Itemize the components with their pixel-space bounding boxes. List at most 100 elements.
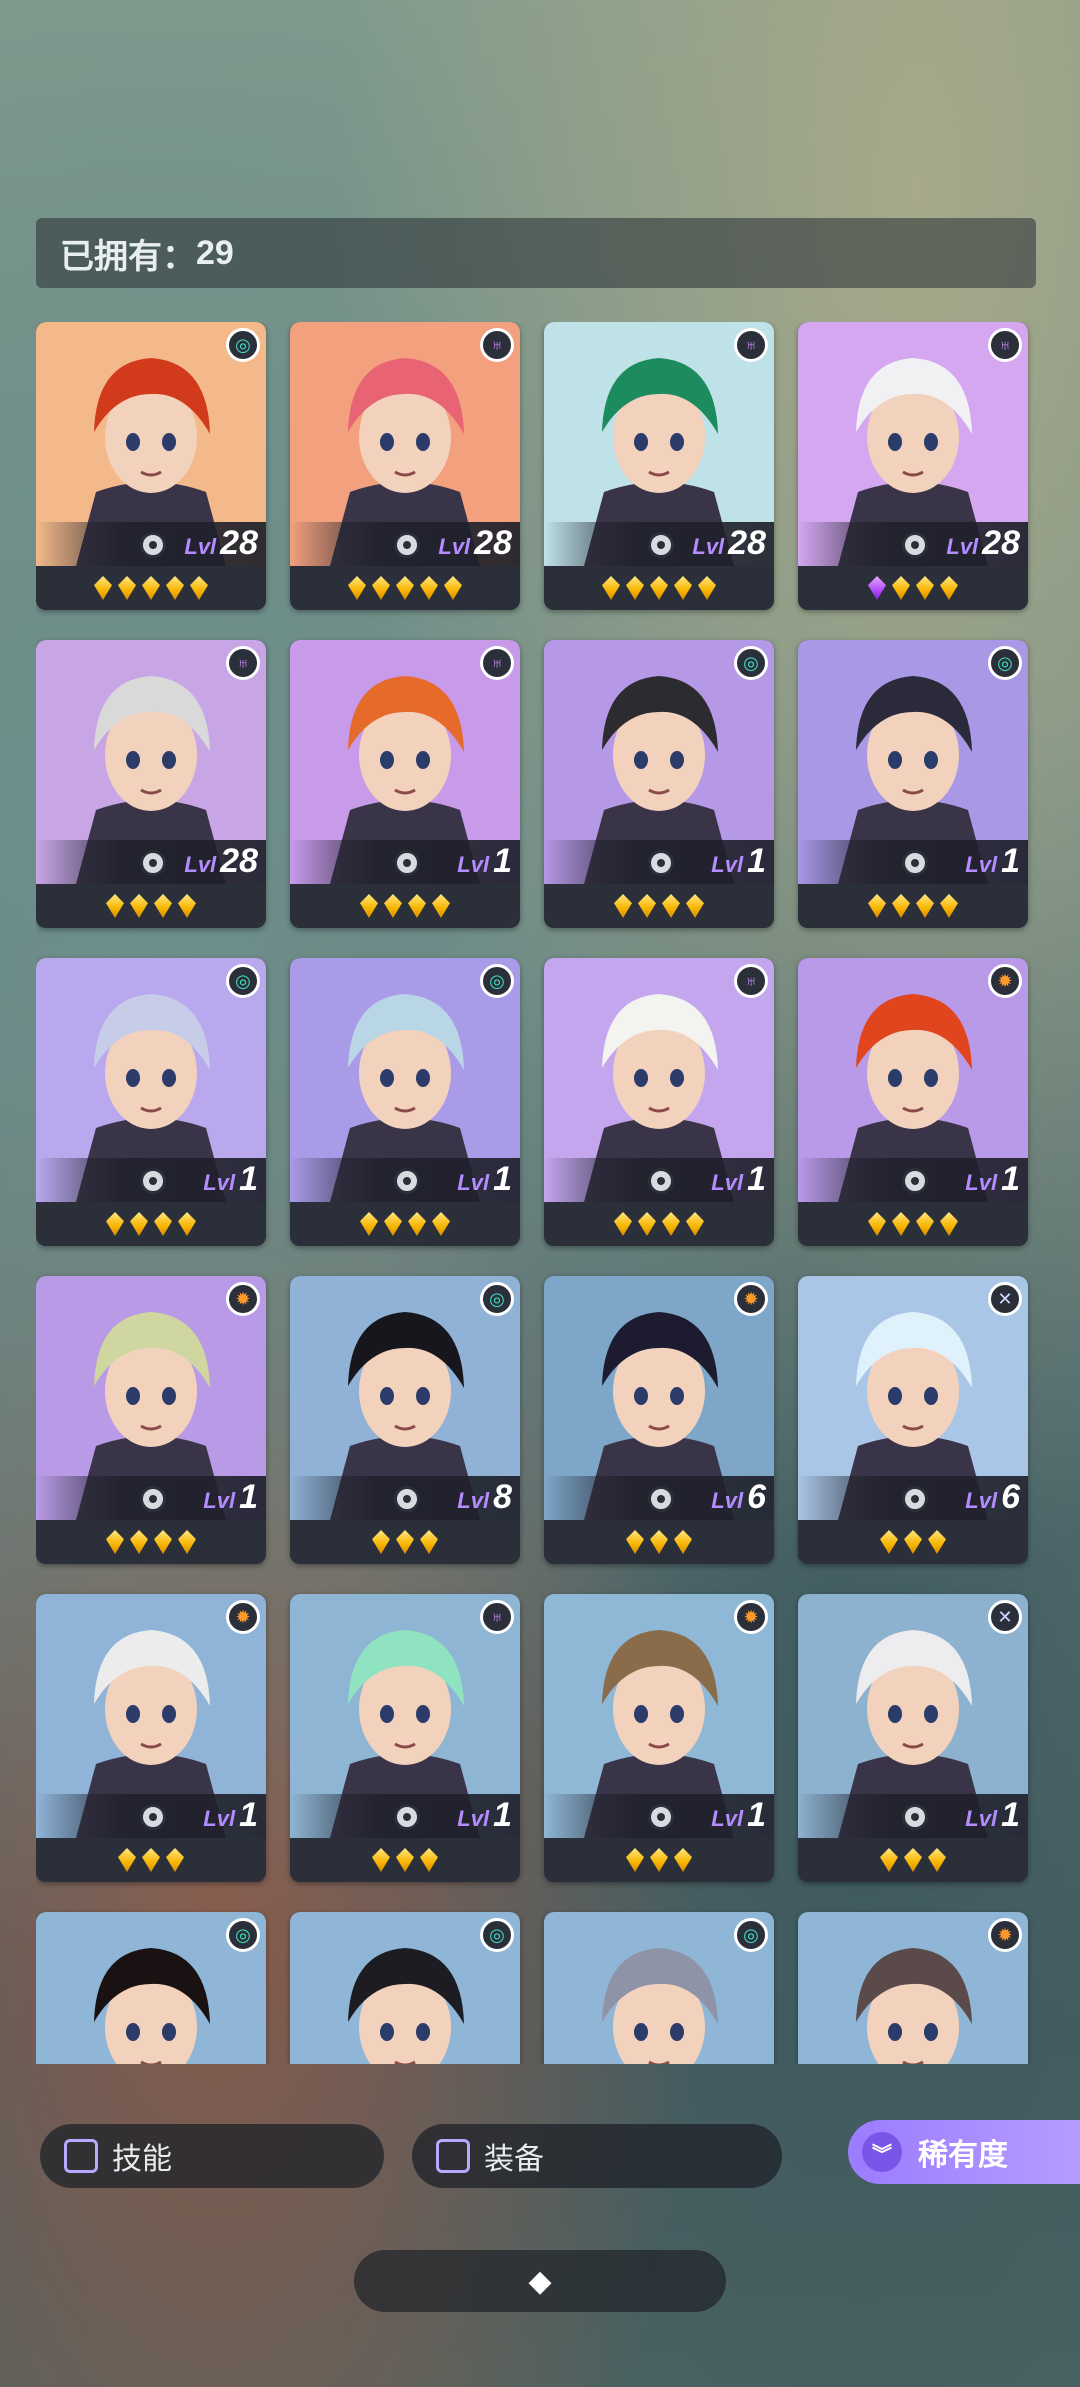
gold-star-gem-icon [626, 1848, 644, 1872]
gold-star-gem-icon [384, 894, 402, 918]
gold-star-gem-icon [130, 1530, 148, 1554]
hero-card[interactable]: ✕ Lvl 6 [798, 1276, 1028, 1564]
equipment-slot-icon [902, 850, 928, 876]
level-tag: Lvl [203, 1806, 236, 1831]
hero-card[interactable]: ◎ Lvl 8 [290, 1276, 520, 1564]
gold-star-gem-icon [614, 894, 632, 918]
rarity-stars [36, 1520, 266, 1564]
faction-orange-icon: ✹ [988, 964, 1022, 998]
equipment-slot-icon [902, 1168, 928, 1194]
level-tag: Lvl [711, 1170, 744, 1195]
level-tag: Lvl [965, 852, 998, 877]
hero-card[interactable]: ◎ Lvl 1 [36, 958, 266, 1246]
gold-star-gem-icon [142, 576, 160, 600]
gold-star-gem-icon [360, 1212, 378, 1236]
hero-level: Lvl 1 [457, 1160, 512, 1199]
equipment-slot-icon [902, 532, 928, 558]
hero-card[interactable]: ◎ Lvl 1 [544, 640, 774, 928]
skill-checkbox[interactable] [64, 2139, 98, 2173]
hero-level: Lvl 1 [203, 1160, 258, 1199]
hero-card[interactable]: ◎ Lvl 1 [290, 958, 520, 1246]
hero-level: Lvl 28 [438, 524, 512, 563]
collapse-handle[interactable]: ◆ [354, 2250, 726, 2312]
hero-level: Lvl 1 [203, 1478, 258, 1517]
skill-filter-toggle[interactable]: 技能 [40, 2124, 384, 2188]
double-chevron-down-icon: ︾ [862, 2132, 902, 2172]
hero-card[interactable]: ✹ Lvl 1 [544, 1594, 774, 1882]
level-number: 1 [1001, 842, 1020, 880]
filter-bar: 技能 装备 ︾ 稀有度 [0, 2120, 1080, 2200]
rarity-stars [798, 884, 1028, 928]
level-tag: Lvl [946, 534, 979, 559]
hero-card[interactable]: ✕ Lvl 1 [798, 1594, 1028, 1882]
level-number: 28 [220, 842, 258, 880]
level-number: 8 [493, 1478, 512, 1516]
gold-star-gem-icon [166, 1848, 184, 1872]
gold-star-gem-icon [130, 1212, 148, 1236]
hero-card[interactable]: ♅ Lvl 1 [544, 958, 774, 1246]
hero-card[interactable]: ✹ Lvl 6 [544, 1276, 774, 1564]
equip-filter-toggle[interactable]: 装备 [412, 2124, 782, 2188]
gold-star-gem-icon [154, 1530, 172, 1554]
rarity-sort-button[interactable]: ︾ 稀有度 [848, 2120, 1080, 2184]
gold-star-gem-icon [880, 1530, 898, 1554]
gold-star-gem-icon [190, 576, 208, 600]
gold-star-gem-icon [106, 894, 124, 918]
level-tag: Lvl [711, 1806, 744, 1831]
rarity-stars [36, 1202, 266, 1246]
hero-level: Lvl 1 [711, 842, 766, 881]
gold-star-gem-icon [118, 576, 136, 600]
rarity-stars [290, 1202, 520, 1246]
rarity-stars [36, 566, 266, 610]
hero-card[interactable]: ◎ Lvl 28 [36, 322, 266, 610]
faction-teal-icon: ◎ [988, 646, 1022, 680]
rarity-stars [290, 1520, 520, 1564]
gold-star-gem-icon [348, 576, 366, 600]
equipment-slot-icon [902, 1804, 928, 1830]
faction-teal-icon: ◎ [226, 964, 260, 998]
hero-level: Lvl 28 [946, 524, 1020, 563]
rarity-stars [798, 1202, 1028, 1246]
faction-teal-icon: ◎ [480, 1282, 514, 1316]
hero-card[interactable]: ◎ [36, 1912, 266, 2064]
level-number: 6 [747, 1478, 766, 1516]
level-number: 6 [1001, 1478, 1020, 1516]
hero-card[interactable]: ◎ [544, 1912, 774, 2064]
rarity-stars [798, 1520, 1028, 1564]
faction-purple-icon: ♅ [480, 328, 514, 362]
equip-checkbox[interactable] [436, 2139, 470, 2173]
equipment-slot-icon [902, 1486, 928, 1512]
hero-card[interactable]: ◎ Lvl 1 [798, 640, 1028, 928]
gold-star-gem-icon [638, 894, 656, 918]
hero-card[interactable]: ◎ [290, 1912, 520, 2064]
gold-star-gem-icon [868, 894, 886, 918]
hero-card[interactable]: ✹ Lvl 1 [36, 1594, 266, 1882]
hero-level: Lvl 1 [711, 1160, 766, 1199]
gold-star-gem-icon [372, 1530, 390, 1554]
equipment-slot-icon [394, 532, 420, 558]
gold-star-gem-icon [142, 1848, 160, 1872]
hero-card[interactable]: ♅ Lvl 1 [290, 640, 520, 928]
hero-card[interactable]: ♅ Lvl 28 [36, 640, 266, 928]
hero-card[interactable]: ♅ Lvl 28 [544, 322, 774, 610]
hero-card[interactable]: ✹ Lvl 1 [798, 958, 1028, 1246]
owned-label: 已拥有： [60, 237, 196, 276]
rarity-stars [544, 1520, 774, 1564]
gold-star-gem-icon [408, 1212, 426, 1236]
gold-star-gem-icon [408, 894, 426, 918]
faction-purple-icon: ♅ [988, 328, 1022, 362]
hero-card[interactable]: ♅ Lvl 1 [290, 1594, 520, 1882]
hero-card[interactable]: ✹ [798, 1912, 1028, 2064]
level-tag: Lvl [203, 1488, 236, 1513]
equipment-slot-icon [648, 1486, 674, 1512]
rarity-stars [544, 566, 774, 610]
gold-star-gem-icon [638, 1212, 656, 1236]
level-number: 1 [1001, 1160, 1020, 1198]
faction-teal-icon: ◎ [734, 1918, 768, 1952]
hero-card[interactable]: ✹ Lvl 1 [36, 1276, 266, 1564]
hero-level: Lvl 1 [457, 842, 512, 881]
faction-orange-icon: ✹ [226, 1282, 260, 1316]
rarity-stars [290, 1838, 520, 1882]
hero-card[interactable]: ♅ Lvl 28 [290, 322, 520, 610]
hero-card[interactable]: ♅ Lvl 28 [798, 322, 1028, 610]
